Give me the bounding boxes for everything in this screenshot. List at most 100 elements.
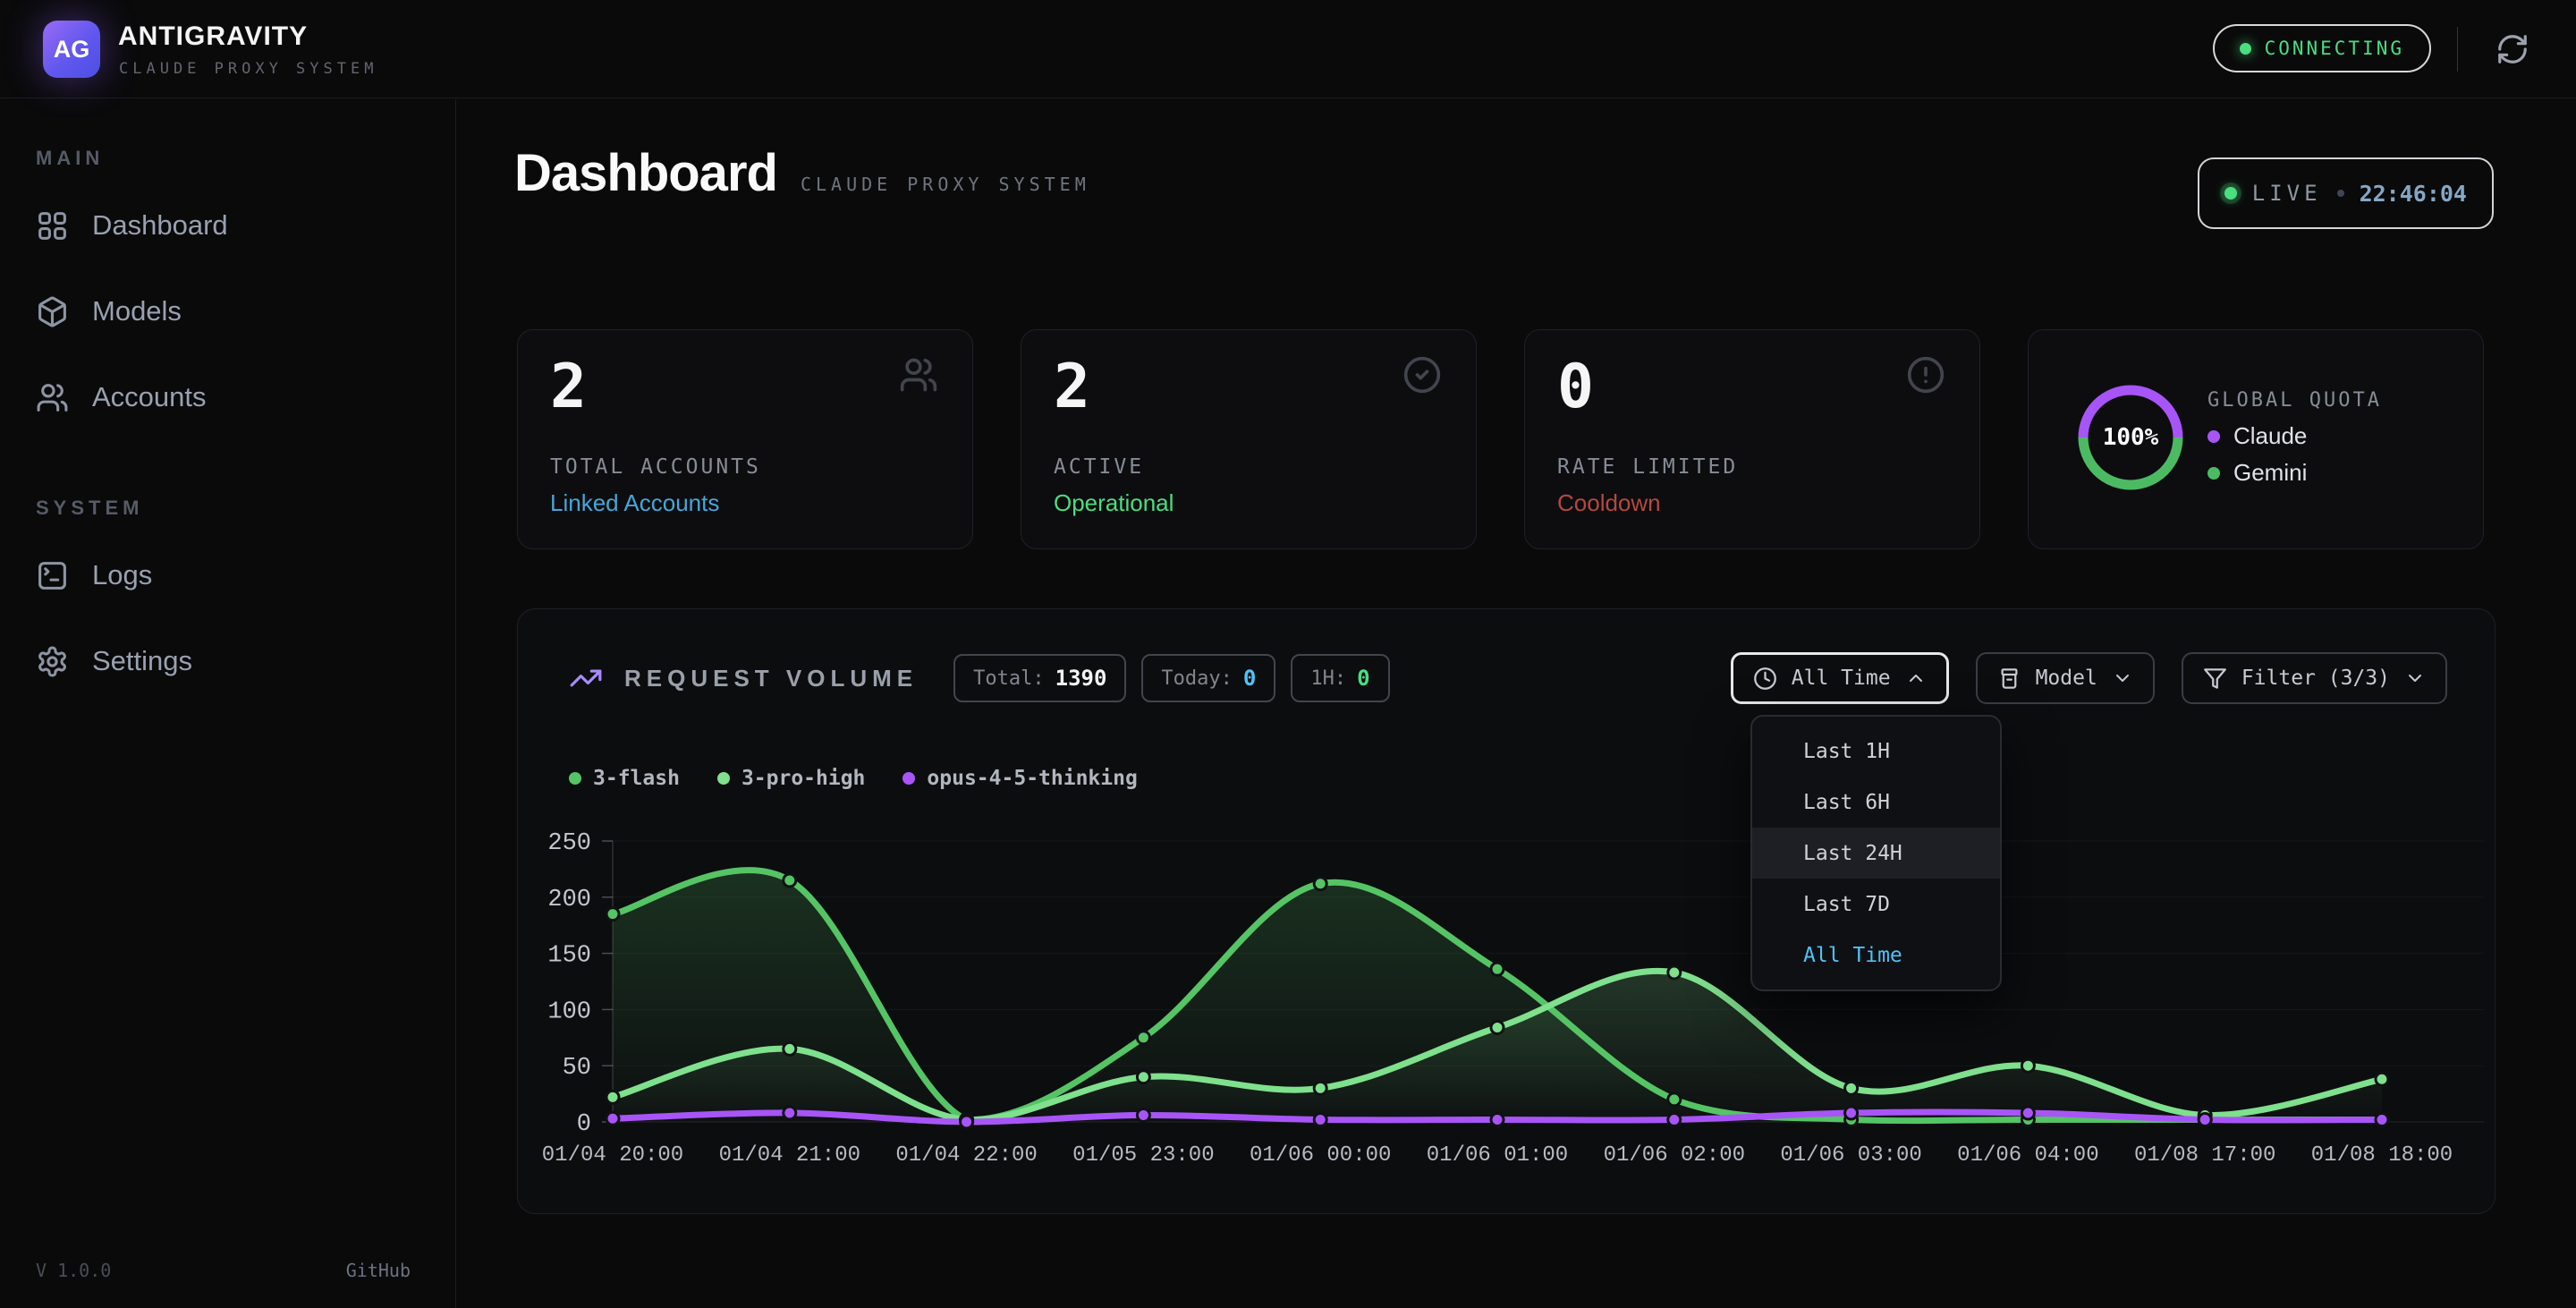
- request-volume-chart: 05010015020025001/04 20:0001/04 21:0001/…: [534, 822, 2493, 1198]
- svg-text:01/06 00:00: 01/06 00:00: [1250, 1143, 1391, 1168]
- page-subtitle: CLAUDE PROXY SYSTEM: [801, 174, 1090, 195]
- dropdown-item-last-7d[interactable]: Last 7D: [1752, 879, 2000, 930]
- today-badge: Today: 0: [1141, 654, 1275, 702]
- badge-value: 1390: [1055, 666, 1107, 691]
- svg-text:01/04 21:00: 01/04 21:00: [719, 1143, 860, 1168]
- refresh-button[interactable]: [2496, 32, 2529, 66]
- stat-value: 2: [1054, 357, 1090, 418]
- badge-label: 1H:: [1310, 667, 1346, 690]
- refresh-icon: [2496, 32, 2529, 66]
- quota-title: GLOBAL QUOTA: [2207, 389, 2382, 412]
- quota-percent: 100%: [2078, 385, 2183, 490]
- svg-text:150: 150: [547, 943, 591, 970]
- stat-sublabel: Linked Accounts: [550, 489, 719, 517]
- sidebar-item-settings[interactable]: Settings: [36, 630, 420, 692]
- stat-sublabel: Cooldown: [1557, 489, 1661, 517]
- stat-label: RATE LIMITED: [1557, 455, 1738, 479]
- time-range-button[interactable]: All Time: [1731, 652, 1949, 704]
- chart-legend: 3-flash 3-pro-high opus-4-5-thinking: [569, 767, 1138, 790]
- chevron-up-icon: [1905, 667, 1927, 689]
- header-divider: [2457, 27, 2458, 72]
- svg-text:01/08 18:00: 01/08 18:00: [2311, 1143, 2453, 1168]
- stat-value: 0: [1557, 357, 1594, 418]
- status-text: CONNECTING: [2265, 38, 2404, 59]
- svg-text:01/06 04:00: 01/06 04:00: [1957, 1143, 2098, 1168]
- svg-text:250: 250: [547, 830, 591, 857]
- users-icon: [899, 355, 938, 395]
- badge-value: 0: [1357, 666, 1369, 691]
- sidebar-item-models[interactable]: Models: [36, 280, 420, 343]
- svg-text:01/08 17:00: 01/08 17:00: [2134, 1143, 2275, 1168]
- badge-label: Today:: [1161, 667, 1232, 690]
- total-badge: Total: 1390: [953, 654, 1126, 702]
- separator-dot-icon: [2337, 190, 2344, 197]
- legend-item-3-flash: 3-flash: [569, 767, 680, 790]
- stat-card-global-quota: 100% GLOBAL QUOTA Claude Gemini: [2028, 329, 2484, 549]
- version-label: V 1.0.0: [36, 1260, 111, 1281]
- gear-icon: [36, 645, 69, 678]
- app-title: ANTIGRAVITY: [118, 21, 308, 52]
- chevron-down-icon: [2404, 667, 2426, 689]
- sidebar-item-label: Settings: [92, 645, 192, 677]
- app-logo: AG: [43, 21, 100, 78]
- sidebar-item-dashboard[interactable]: Dashboard: [36, 194, 420, 257]
- status-dot-icon: [2240, 43, 2251, 55]
- clock-icon: [1753, 667, 1777, 691]
- quota-legend-label: Gemini: [2233, 459, 2307, 487]
- stat-card-rate-limited: 0 RATE LIMITED Cooldown: [1524, 329, 1980, 549]
- dropdown-item-last-24h[interactable]: Last 24H: [1752, 828, 2000, 879]
- gemini-dot-icon: [2207, 467, 2220, 480]
- chevron-down-icon: [2112, 667, 2133, 689]
- time-range-dropdown: Last 1HLast 6HLast 24HLast 7DAll Time: [1750, 715, 2002, 991]
- svg-text:01/05 23:00: 01/05 23:00: [1072, 1143, 1214, 1168]
- svg-text:01/06 01:00: 01/06 01:00: [1427, 1143, 1568, 1168]
- stat-card-active: 2 ACTIVE Operational: [1021, 329, 1477, 549]
- users-icon: [36, 381, 69, 414]
- panel-header: REQUEST VOLUME Total: 1390 Today: 0 1H: …: [569, 651, 2447, 705]
- filter-label: Filter (3/3): [2241, 667, 2390, 690]
- request-volume-panel: REQUEST VOLUME Total: 1390 Today: 0 1H: …: [517, 608, 2496, 1214]
- dropdown-item-all-time[interactable]: All Time: [1752, 930, 2000, 981]
- stat-sublabel: Operational: [1054, 489, 1174, 517]
- stat-cards-row: 2 TOTAL ACCOUNTS Linked Accounts 2 ACTIV…: [517, 329, 2484, 549]
- legend-item-opus: opus-4-5-thinking: [902, 767, 1137, 790]
- sidebar-item-logs[interactable]: Logs: [36, 544, 420, 607]
- dropdown-item-last-6h[interactable]: Last 6H: [1752, 777, 2000, 828]
- sidebar-section-main: MAIN: [36, 147, 104, 170]
- dropdown-item-last-1h[interactable]: Last 1H: [1752, 726, 2000, 777]
- sidebar-item-label: Logs: [92, 559, 152, 591]
- svg-text:200: 200: [547, 887, 591, 913]
- github-link[interactable]: GitHub: [346, 1260, 411, 1281]
- sidebar-footer: V 1.0.0 GitHub: [36, 1260, 411, 1281]
- live-label: LIVE: [2252, 181, 2322, 206]
- one-hour-badge: 1H: 0: [1291, 654, 1389, 702]
- time-range-label: All Time: [1792, 667, 1891, 690]
- quota-legend-gemini: Gemini: [2207, 459, 2307, 487]
- layout-grid-icon: [36, 209, 69, 242]
- filter-button[interactable]: Filter (3/3): [2182, 652, 2447, 704]
- stat-label: TOTAL ACCOUNTS: [550, 455, 761, 479]
- svg-text:100: 100: [547, 998, 591, 1025]
- stat-value: 2: [550, 357, 587, 418]
- svg-text:01/06 02:00: 01/06 02:00: [1604, 1143, 1745, 1168]
- sidebar-item-accounts[interactable]: Accounts: [36, 366, 420, 429]
- quota-legend-label: Claude: [2233, 422, 2307, 450]
- quota-ring: 100%: [2078, 385, 2183, 490]
- claude-dot-icon: [2207, 430, 2220, 443]
- stat-card-total-accounts: 2 TOTAL ACCOUNTS Linked Accounts: [517, 329, 973, 549]
- svg-text:0: 0: [577, 1111, 591, 1138]
- live-status-badge: LIVE 22:46:04: [2198, 157, 2494, 229]
- sidebar: MAIN Dashboard Models Accounts SYSTEM: [0, 99, 456, 1308]
- check-circle-icon: [1402, 355, 1442, 395]
- box-icon: [36, 295, 69, 328]
- funnel-icon: [2203, 667, 2227, 691]
- svg-text:50: 50: [563, 1055, 591, 1082]
- model-button[interactable]: Model: [1976, 652, 2155, 704]
- legend-item-3-pro-high: 3-pro-high: [717, 767, 865, 790]
- live-clock: 22:46:04: [2360, 181, 2467, 207]
- sidebar-section-system: SYSTEM: [36, 497, 143, 520]
- series-dot-icon: [569, 772, 581, 785]
- logo-text: AG: [54, 36, 90, 64]
- connection-status-badge: CONNECTING: [2213, 24, 2431, 72]
- legend-label: 3-pro-high: [741, 767, 865, 790]
